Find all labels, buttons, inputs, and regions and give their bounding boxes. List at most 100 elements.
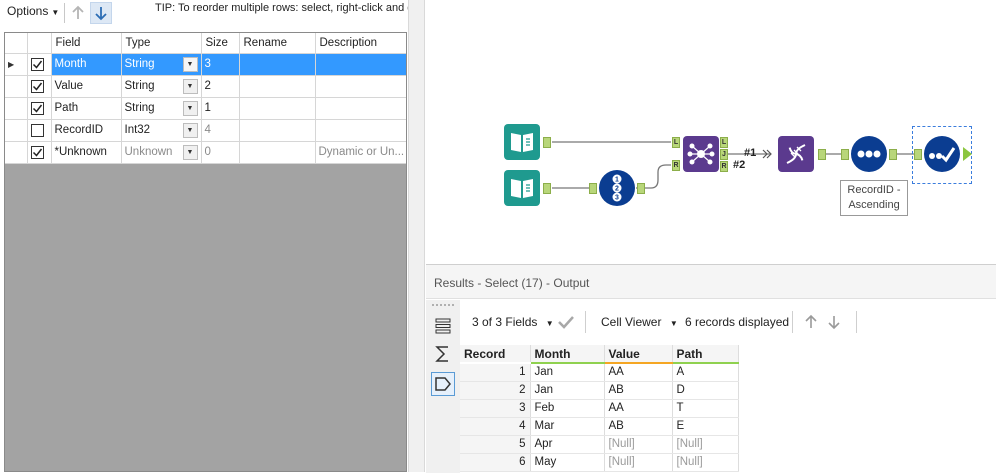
cell-value[interactable]: [Null] — [604, 453, 673, 472]
cell-viewer-dropdown[interactable]: Cell Viewer ▼ — [601, 315, 678, 329]
field-type-cell[interactable]: String ▼ — [121, 97, 202, 120]
data-view-button[interactable] — [431, 372, 455, 396]
cell-value[interactable]: AA — [604, 363, 673, 382]
input-data-tool-2[interactable] — [504, 170, 540, 206]
field-name-cell[interactable]: *Unknown — [51, 141, 122, 164]
apply-button[interactable] — [556, 312, 576, 332]
join-output-anchor[interactable]: J — [720, 149, 728, 160]
join-right-output-anchor[interactable]: R — [720, 161, 728, 172]
column-header-path[interactable]: Path — [672, 345, 739, 364]
table-row[interactable]: 1 Jan AA A — [460, 363, 739, 382]
type-dropdown-button[interactable]: ▼ — [182, 100, 198, 116]
field-description-cell[interactable] — [315, 53, 406, 76]
field-type-cell[interactable]: Int32 ▼ — [121, 119, 202, 142]
output-anchor[interactable] — [963, 147, 972, 161]
column-header-size[interactable]: Size — [201, 33, 240, 54]
input-anchor[interactable] — [589, 183, 597, 194]
join-left-input-anchor[interactable]: L — [672, 137, 680, 148]
table-row[interactable]: 2 Jan AB D — [460, 381, 739, 400]
field-description-cell[interactable] — [315, 97, 406, 120]
join-tool[interactable] — [683, 136, 719, 172]
cell-path[interactable]: A — [672, 363, 739, 382]
cell-month[interactable]: Feb — [530, 399, 605, 418]
field-row-unknown[interactable]: *Unknown Unknown ▼ 0 Dynamic or Un... — [5, 141, 406, 164]
table-row[interactable]: 6 May [Null] [Null] — [460, 453, 739, 472]
output-anchor[interactable] — [543, 137, 551, 148]
table-view-button[interactable] — [431, 314, 455, 338]
field-size-cell[interactable]: 2 — [201, 75, 240, 98]
workflow-canvas[interactable]: 1 2 3 L R L J R #1 #2 RecordID - Ascendi… — [426, 0, 996, 264]
cell-path[interactable]: E — [672, 417, 739, 436]
panel-splitter[interactable] — [408, 0, 425, 472]
field-row-path[interactable]: Path String ▼ 1 — [5, 97, 406, 120]
summary-button[interactable] — [431, 342, 455, 366]
column-header-month[interactable]: Month — [530, 345, 605, 364]
table-row[interactable]: 5 Apr [Null] [Null] — [460, 435, 739, 454]
field-size-cell[interactable]: 3 — [201, 53, 240, 76]
record-id-tool[interactable]: 1 2 3 — [599, 170, 635, 206]
field-checkbox-cell[interactable] — [27, 119, 52, 142]
field-checkbox[interactable] — [30, 101, 44, 115]
field-type-cell[interactable]: Unknown ▼ — [121, 141, 202, 164]
formula-tool[interactable] — [778, 136, 814, 172]
output-anchor[interactable] — [889, 149, 897, 160]
type-dropdown-button[interactable]: ▼ — [182, 144, 198, 160]
cell-month[interactable]: May — [530, 453, 605, 472]
row-selector[interactable] — [5, 119, 28, 142]
scroll-down-button[interactable] — [824, 312, 844, 332]
field-name-cell[interactable]: Path — [51, 97, 122, 120]
cell-path[interactable]: D — [672, 381, 739, 400]
grip-handle[interactable] — [432, 304, 454, 306]
output-anchor[interactable] — [543, 183, 551, 194]
field-rename-cell[interactable] — [239, 75, 316, 98]
column-header-type[interactable]: Type — [121, 33, 202, 54]
output-anchor[interactable] — [818, 149, 826, 160]
move-down-button[interactable] — [90, 2, 112, 24]
table-row[interactable]: 4 Mar AB E — [460, 417, 739, 436]
field-checkbox-cell[interactable] — [27, 53, 52, 76]
cell-value[interactable]: AB — [604, 417, 673, 436]
field-rename-cell[interactable] — [239, 119, 316, 142]
cell-value[interactable]: [Null] — [604, 435, 673, 454]
field-row-recordid[interactable]: RecordID Int32 ▼ 4 — [5, 119, 406, 142]
field-type-cell[interactable]: String ▼ — [121, 75, 202, 98]
field-name-cell[interactable]: Value — [51, 75, 122, 98]
select-tool[interactable] — [924, 136, 960, 172]
cell-month[interactable]: Jan — [530, 381, 605, 400]
field-description-cell[interactable]: Dynamic or Un... — [315, 141, 406, 164]
input-data-tool-1[interactable] — [504, 124, 540, 160]
join-left-output-anchor[interactable]: L — [720, 137, 728, 148]
field-checkbox[interactable] — [30, 57, 44, 71]
scroll-up-button[interactable] — [801, 312, 821, 332]
options-dropdown[interactable]: Options ▼ — [4, 4, 62, 22]
move-up-button[interactable] — [67, 2, 89, 24]
field-checkbox-cell[interactable] — [27, 75, 52, 98]
input-anchor[interactable] — [841, 149, 849, 160]
cell-path[interactable]: T — [672, 399, 739, 418]
field-name-cell[interactable]: Month — [51, 53, 122, 76]
cell-path[interactable]: [Null] — [672, 453, 739, 472]
field-description-cell[interactable] — [315, 119, 406, 142]
cell-month[interactable]: Jan — [530, 363, 605, 382]
row-selector[interactable]: ▶ — [5, 53, 28, 76]
field-rename-cell[interactable] — [239, 53, 316, 76]
field-row-value[interactable]: Value String ▼ 2 — [5, 75, 406, 98]
column-header-value[interactable]: Value — [604, 345, 673, 364]
field-checkbox[interactable] — [30, 145, 44, 159]
field-size-cell[interactable]: 1 — [201, 97, 240, 120]
field-checkbox-cell[interactable] — [27, 141, 52, 164]
row-selector[interactable] — [5, 75, 28, 98]
row-selector[interactable] — [5, 97, 28, 120]
cell-value[interactable]: AB — [604, 381, 673, 400]
field-checkbox-cell[interactable] — [27, 97, 52, 120]
field-size-cell[interactable]: 0 — [201, 141, 240, 164]
field-size-cell[interactable]: 4 — [201, 119, 240, 142]
field-checkbox[interactable] — [30, 79, 44, 93]
column-header-rename[interactable]: Rename — [239, 33, 316, 54]
field-checkbox[interactable] — [30, 123, 44, 137]
type-dropdown-button[interactable]: ▼ — [182, 56, 198, 72]
field-type-cell[interactable]: String ▼ — [121, 53, 202, 76]
column-header-record[interactable]: Record — [460, 345, 531, 364]
field-description-cell[interactable] — [315, 75, 406, 98]
cell-value[interactable]: AA — [604, 399, 673, 418]
